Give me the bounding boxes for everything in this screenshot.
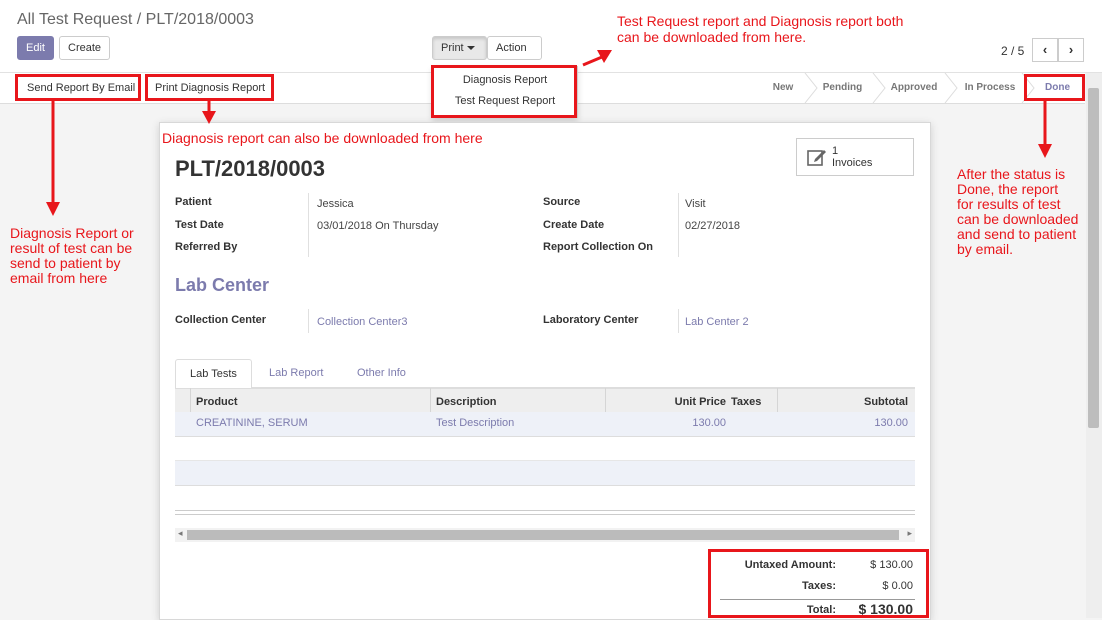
column-header-unit-price[interactable]: Unit Price (660, 390, 726, 414)
lab-center-section-title: Lab Center (175, 275, 270, 295)
table-footer-line (175, 510, 915, 511)
action-button-label: Action (496, 42, 527, 54)
column-divider (190, 388, 191, 412)
stage-approved[interactable]: Approved (885, 73, 943, 103)
annotation-email-note-line2: result of test can be (10, 240, 133, 256)
highlight-done-stage (1024, 74, 1085, 101)
column-header-product[interactable]: Product (196, 390, 238, 414)
column-header-subtotal[interactable]: Subtotal (850, 390, 908, 414)
annotation-done-note-line6: by email. (957, 241, 1014, 257)
annotation-done-note-line3: for results of test (957, 196, 1061, 212)
stage-pending[interactable]: Pending (815, 73, 870, 103)
create-button[interactable]: Create (59, 36, 111, 60)
laboratory-center-label: Laboratory Center (543, 314, 639, 326)
invoices-count: 1 (832, 145, 839, 157)
breadcrumb-current: PLT/2018/0003 (145, 11, 254, 28)
tab-lab-tests[interactable]: Lab Tests (175, 359, 252, 389)
create-date-label: Create Date (543, 219, 605, 231)
annotation-print-note-line2: can be downloaded from here. (617, 29, 807, 45)
highlight-totals (708, 549, 929, 618)
cell-description[interactable]: Test Description (436, 417, 514, 429)
field-divider (308, 309, 309, 333)
annotation-done-note-line1: After the status is (957, 166, 1066, 182)
highlight-send-email (15, 74, 141, 101)
table-empty-row (175, 461, 915, 486)
pencil-square-icon (807, 150, 826, 166)
cell-subtotal[interactable]: 130.00 (850, 417, 908, 429)
collection-center-field[interactable]: Collection Center3 (317, 316, 408, 328)
pager-previous-button[interactable]: ‹ (1032, 38, 1058, 62)
column-divider (777, 388, 778, 412)
breadcrumb: All Test Request / PLT/2018/0003 (17, 11, 254, 29)
referred-by-label: Referred By (175, 241, 238, 253)
scroll-right-icon[interactable]: ▸ (907, 528, 912, 539)
source-field[interactable]: Visit (685, 198, 706, 210)
breadcrumb-separator: / (132, 11, 146, 28)
control-panel: All Test Request / PLT/2018/0003 Edit Cr… (0, 0, 1102, 73)
report-collection-on-label: Report Collection On (543, 241, 653, 253)
annotation-done-note-line4: can be downloaded (957, 211, 1079, 227)
highlight-print-menu (431, 65, 577, 118)
chevron-down-icon (466, 46, 475, 51)
column-header-description[interactable]: Description (436, 390, 497, 414)
table-footer-line (175, 514, 915, 515)
field-divider (678, 193, 679, 257)
test-date-label: Test Date (175, 219, 224, 231)
column-header-taxes[interactable]: Taxes (731, 390, 761, 414)
cell-product[interactable]: CREATININE, SERUM (196, 417, 308, 429)
print-button[interactable]: Print (432, 36, 487, 60)
table-empty-row (175, 436, 915, 461)
horizontal-scrollbar[interactable]: ◂ ▸ (175, 528, 915, 542)
test-date-field[interactable]: 03/01/2018 On Thursday (317, 220, 439, 232)
invoices-smart-button[interactable]: 1 Invoices (796, 138, 914, 176)
invoices-label: Invoices (832, 157, 873, 169)
print-button-label: Print (441, 42, 464, 54)
annotation-print-note-line1: Test Request report and Diagnosis report… (617, 13, 904, 29)
notebook-tabs: Lab Tests Lab Report Other Info (175, 351, 915, 389)
source-label: Source (543, 196, 581, 208)
annotation-sheet-note: Diagnosis report can also be downloaded … (162, 130, 483, 146)
table-header-row (175, 388, 915, 413)
pager-next-button[interactable]: › (1058, 38, 1084, 62)
annotation-done-note-line5: and send to patient (957, 226, 1077, 242)
page-scrollbar-thumb[interactable] (1088, 88, 1099, 428)
patient-field[interactable]: Jessica (317, 198, 354, 210)
highlight-print-diagnosis (145, 74, 274, 101)
column-divider (605, 388, 606, 412)
action-button[interactable]: Action (487, 36, 542, 73)
tab-lab-report[interactable]: Lab Report (255, 359, 337, 387)
annotation-email-note-line3: send to patient by (10, 255, 121, 271)
column-divider (430, 388, 431, 412)
laboratory-center-field[interactable]: Lab Center 2 (685, 316, 749, 328)
form-sheet: 1 Invoices PLT/2018/0003 Patient Jessica… (159, 122, 931, 620)
scrollbar-thumb[interactable] (187, 530, 899, 540)
stage-in-process[interactable]: In Process (955, 73, 1025, 103)
collection-center-label: Collection Center (175, 314, 267, 326)
page-scrollbar[interactable] (1086, 73, 1102, 618)
cell-unit-price[interactable]: 130.00 (660, 417, 726, 429)
annotation-done-note-line2: Done, the report (957, 181, 1059, 197)
tab-other-info[interactable]: Other Info (343, 359, 420, 387)
edit-button[interactable]: Edit (17, 36, 54, 60)
annotation-email-note-line1: Diagnosis Report or (10, 225, 134, 241)
create-date-field[interactable]: 02/27/2018 (685, 220, 740, 232)
field-divider (678, 309, 679, 333)
patient-label: Patient (175, 196, 212, 208)
record-title: PLT/2018/0003 (175, 156, 326, 181)
pager-value: 2 / 5 (1001, 44, 1025, 58)
breadcrumb-parent[interactable]: All Test Request (17, 11, 132, 28)
stage-new[interactable]: New (762, 73, 804, 103)
field-divider (308, 193, 309, 257)
scroll-left-icon[interactable]: ◂ (178, 528, 183, 539)
annotation-email-note-line4: email from here (10, 270, 108, 286)
